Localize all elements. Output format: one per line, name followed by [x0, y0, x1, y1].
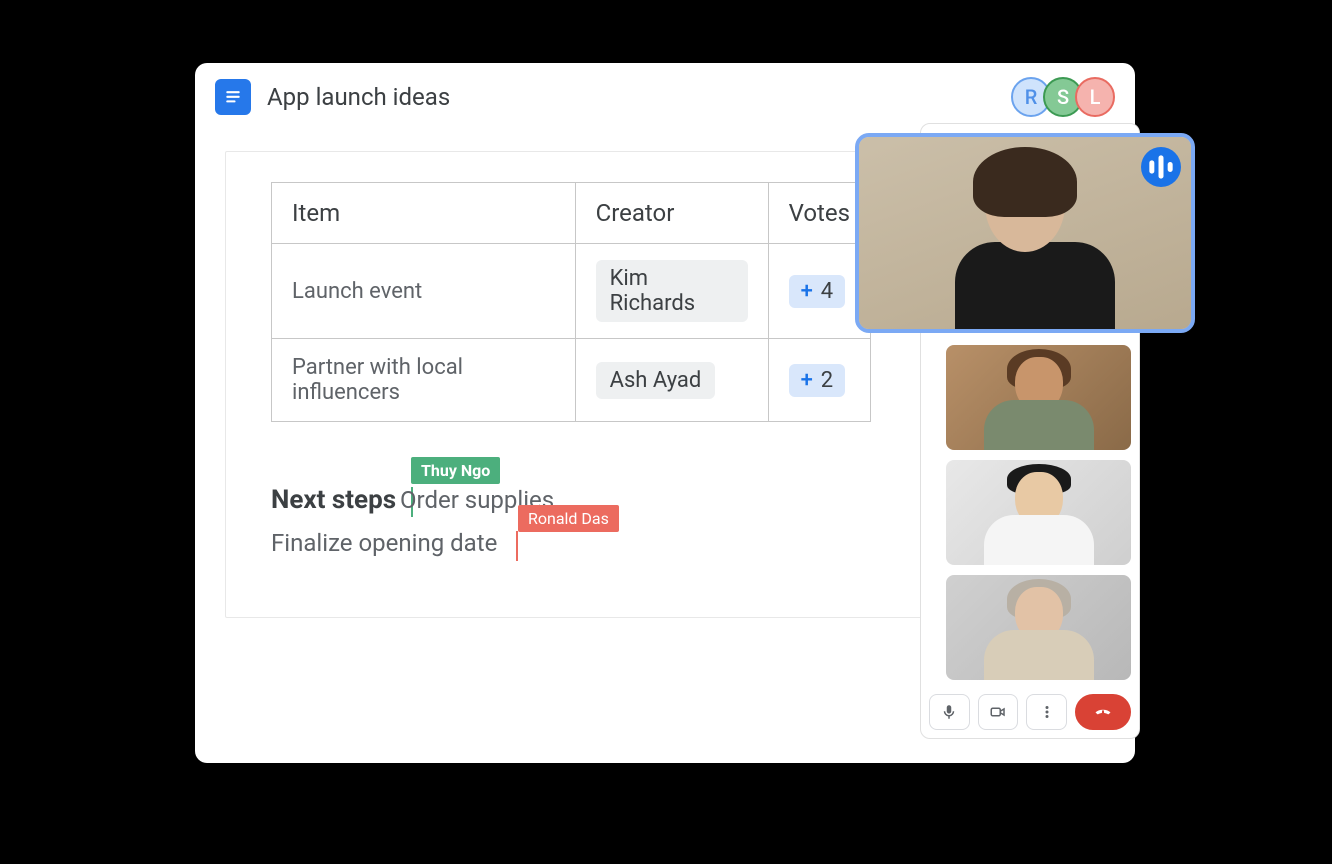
document-title[interactable]: App launch ideas — [267, 83, 995, 111]
col-item: Item — [272, 183, 576, 244]
microphone-icon — [940, 703, 958, 721]
person-body — [984, 515, 1094, 565]
hangup-icon — [1094, 703, 1112, 721]
plus-icon: + — [801, 279, 813, 304]
person-body — [984, 630, 1094, 680]
table-row[interactable]: Launch event Kim Richards +4 — [272, 244, 871, 339]
cursor-caret-red — [516, 531, 518, 561]
creator-chip[interactable]: Ash Ayad — [596, 362, 716, 399]
step-text: Finalize opening date — [271, 529, 497, 557]
vote-count: 4 — [821, 279, 833, 304]
docs-icon — [215, 79, 251, 115]
person-figure — [946, 460, 1131, 565]
creator-chip[interactable]: Kim Richards — [596, 260, 748, 322]
cursor-tag-green: Thuy Ngo — [411, 457, 500, 484]
avatar-l[interactable]: L — [1075, 77, 1115, 117]
camera-button[interactable] — [978, 694, 1019, 730]
person-body — [955, 242, 1115, 332]
cursor-tag-red: Ronald Das — [518, 505, 619, 532]
person-figure — [946, 345, 1131, 450]
plus-icon: + — [801, 368, 813, 393]
mute-button[interactable] — [929, 694, 970, 730]
video-thumbnail[interactable] — [946, 345, 1131, 450]
collaborator-avatars: R S L — [1011, 77, 1115, 117]
end-call-button[interactable] — [1075, 694, 1131, 730]
step-item[interactable]: Finalize opening date Ronald Das — [271, 529, 497, 557]
heading-text: Next steps — [271, 485, 396, 515]
person-head — [985, 157, 1065, 252]
speaking-indicator-icon — [1141, 147, 1181, 187]
ideas-table[interactable]: Item Creator Votes Launch event Kim Rich… — [271, 182, 871, 422]
more-vertical-icon — [1038, 703, 1056, 721]
video-thumbnail[interactable] — [946, 575, 1131, 680]
cell-votes[interactable]: +2 — [768, 339, 870, 422]
camera-icon — [989, 703, 1007, 721]
col-creator: Creator — [575, 183, 768, 244]
header: App launch ideas R S L — [195, 63, 1135, 131]
docs-window: App launch ideas R S L Item Creator Vote… — [195, 63, 1135, 763]
video-main-speaker[interactable] — [855, 133, 1195, 333]
video-controls — [929, 690, 1131, 730]
person-figure — [946, 575, 1131, 680]
vote-chip[interactable]: +2 — [789, 364, 846, 397]
table-row[interactable]: Partner with local influencers Ash Ayad … — [272, 339, 871, 422]
video-thumbnail[interactable] — [946, 460, 1131, 565]
cell-item[interactable]: Launch event — [272, 244, 576, 339]
next-steps-heading[interactable]: Next steps Thuy Ngo — [271, 485, 396, 515]
cell-item[interactable]: Partner with local influencers — [272, 339, 576, 422]
vote-chip[interactable]: +4 — [789, 275, 846, 308]
person-body — [984, 400, 1094, 450]
table-header-row: Item Creator Votes — [272, 183, 871, 244]
cell-creator[interactable]: Ash Ayad — [575, 339, 768, 422]
person-figure — [955, 147, 1095, 327]
more-options-button[interactable] — [1026, 694, 1067, 730]
cell-creator[interactable]: Kim Richards — [575, 244, 768, 339]
person-hair — [973, 147, 1077, 217]
vote-count: 2 — [821, 368, 833, 393]
